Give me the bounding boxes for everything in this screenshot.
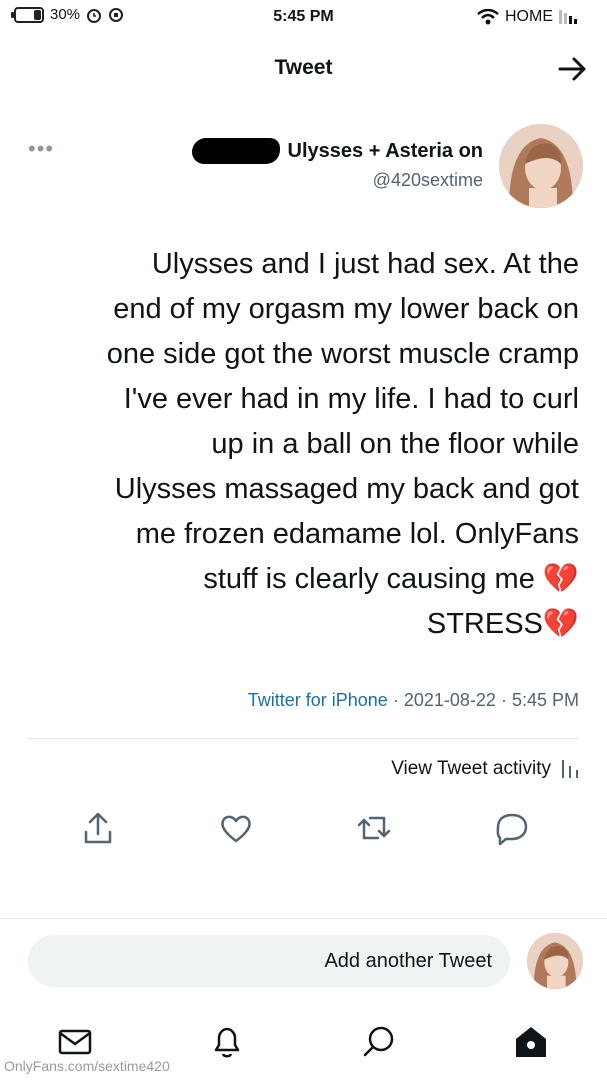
- watermark: OnlyFans.com/sextime420: [4, 1058, 170, 1074]
- reply-input[interactable]: Add another Tweet: [28, 935, 510, 987]
- tweet-meta: Twitter for iPhone · 2021-08-22 · 5:45 P…: [248, 690, 579, 711]
- page-header: Tweet: [0, 44, 607, 94]
- avatar[interactable]: [499, 124, 583, 208]
- reply-bar: Add another Tweet: [0, 918, 607, 999]
- like-icon[interactable]: [216, 808, 256, 848]
- tweet-line: one side got the worst muscle cramp: [106, 338, 579, 370]
- wifi-icon: [477, 9, 499, 25]
- meta-separator: ·: [392, 690, 399, 710]
- tweet-source[interactable]: Twitter for iPhone: [248, 690, 388, 710]
- tweet-line: Ulysses and I just had sex. At the: [151, 248, 579, 280]
- page-title: Tweet: [274, 56, 333, 79]
- arrow-icon[interactable]: [555, 52, 589, 86]
- tweet-date: 2021-08-22: [403, 690, 496, 710]
- tweet-line: I've ever had in my life. I had to curl: [123, 383, 579, 415]
- tweet-line: up in a ball on the floor while: [211, 428, 579, 460]
- tweet-line: me frozen edamame lol. OnlyFans: [135, 518, 579, 550]
- bell-icon[interactable]: [207, 1022, 247, 1062]
- meta-separator: ·: [500, 690, 507, 710]
- view-activity-link[interactable]: View Tweet activity: [391, 758, 579, 780]
- carrier-name: HOME: [505, 8, 553, 25]
- avatar-image: [527, 933, 583, 989]
- author-display-name: Ulysses + Asteria on: [287, 139, 483, 162]
- search-icon[interactable]: [359, 1022, 399, 1062]
- tweet-author: Ulysses + Asteria on @420sextime •••: [0, 122, 607, 212]
- author-name-line[interactable]: Ulysses + Asteria on: [191, 138, 483, 164]
- avatar[interactable]: [527, 933, 583, 989]
- status-bar: 30% 5:45 PM HOME: [0, 0, 607, 36]
- tweet-line: Ulysses massaged my back and got: [114, 473, 579, 505]
- share-icon[interactable]: [78, 808, 118, 848]
- tweet-line: STRESS💔: [426, 608, 579, 640]
- home-icon[interactable]: [511, 1022, 551, 1062]
- retweet-icon[interactable]: [354, 808, 394, 848]
- tweet-text: Ulysses and I just had sex. At the end o…: [27, 242, 579, 647]
- reply-placeholder: Add another Tweet: [324, 950, 492, 972]
- carrier-group: HOME: [477, 8, 579, 26]
- bar-chart-icon: [562, 760, 578, 778]
- reply-icon[interactable]: [492, 808, 532, 848]
- mail-icon[interactable]: [55, 1022, 95, 1062]
- tweet-actions: [0, 808, 607, 852]
- tweet-line: end of my orgasm my lower back on: [113, 293, 579, 325]
- tweet-line: stuff is clearly causing me 💔: [203, 563, 579, 595]
- divider: [28, 738, 579, 739]
- more-icon[interactable]: •••: [28, 136, 54, 162]
- avatar-image: [499, 124, 583, 208]
- tweet-time: 5:45 PM: [511, 690, 579, 710]
- redaction-mark: [191, 138, 280, 164]
- author-handle[interactable]: @420sextime: [373, 170, 483, 191]
- signal-icon: [559, 10, 577, 24]
- activity-label: View Tweet activity: [391, 758, 551, 779]
